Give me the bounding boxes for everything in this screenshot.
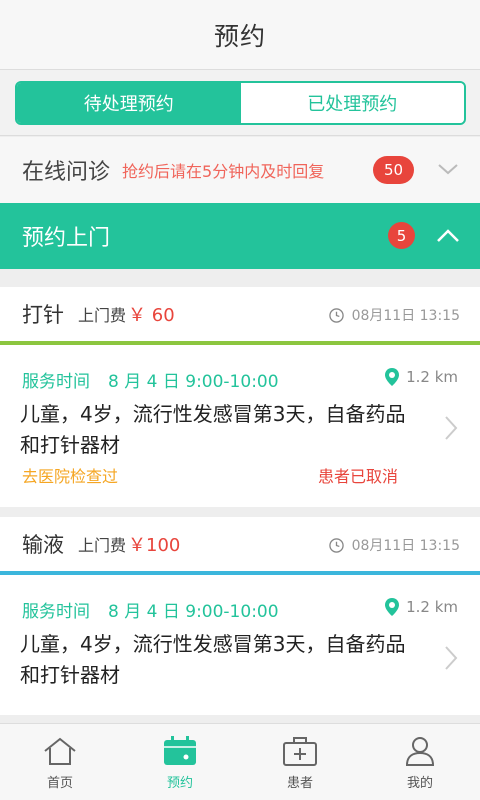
service-time-value: 8 月 4 日 9:00-10:00 xyxy=(108,602,279,622)
distance-text: 1.2 km xyxy=(406,598,458,616)
home-visit-row[interactable]: 预约上门 5 xyxy=(0,203,480,269)
clock-icon xyxy=(328,307,344,323)
medical-kit-icon xyxy=(283,737,317,766)
nav-mine-label: 我的 xyxy=(406,776,433,791)
appointment-card-header: 输液 上门费 ￥100 08月11日 13:15 xyxy=(0,517,480,571)
chevron-up-icon[interactable] xyxy=(436,226,460,246)
distance: 1.2 km xyxy=(384,597,458,617)
user-icon xyxy=(405,737,435,766)
nav-patients-label: 患者 xyxy=(286,776,313,791)
online-consult-label: 在线问诊 xyxy=(22,160,111,185)
page-title: 预约 xyxy=(213,21,266,51)
service-name: 输液 xyxy=(22,533,64,557)
service-time-value: 8 月 4 日 9:00-10:00 xyxy=(108,372,279,392)
clock-icon xyxy=(328,537,344,553)
location-pin-icon xyxy=(385,598,400,616)
chevron-right-icon[interactable] xyxy=(444,645,458,671)
fee-amount: ￥ 60 xyxy=(128,305,175,326)
request-time-text: 08月11日 13:15 xyxy=(351,308,460,324)
appointment-card-body: 服务时间 8 月 4 日 9:00-10:00 1.2 km 儿童，4岁，流行性发… xyxy=(0,575,480,715)
online-consult-hint: 抢约后请在5分钟内及时回复 xyxy=(122,162,325,181)
nav-appointment-label: 预约 xyxy=(166,776,193,791)
appointment-status: 患者已取消 xyxy=(318,467,399,486)
online-consult-count-badge: 50 xyxy=(373,156,414,184)
nav-home[interactable]: 首页 xyxy=(0,724,120,800)
service-name: 打针 xyxy=(22,303,64,327)
distance-text: 1.2 km xyxy=(406,368,458,386)
fee-label: 上门费 xyxy=(78,306,127,325)
request-time: 08月11日 13:15 xyxy=(328,535,460,555)
service-time-label: 服务时间 xyxy=(22,602,90,622)
service-time: 服务时间 8 月 4 日 9:00-10:00 xyxy=(22,367,279,392)
chevron-down-icon[interactable] xyxy=(438,159,458,179)
segment-control-area: 待处理预约 已处理预约 xyxy=(0,70,480,136)
home-icon xyxy=(44,737,76,765)
title-bar: 预约 xyxy=(0,0,480,70)
nav-appointment[interactable]: 预约 xyxy=(120,724,240,800)
nav-patients[interactable]: 患者 xyxy=(240,724,360,800)
tab-processed[interactable]: 已处理预约 xyxy=(240,83,464,123)
calendar-icon xyxy=(164,736,196,765)
bottom-navigation: 首页 预约 患者 我的 xyxy=(0,723,480,800)
segment-control: 待处理预约 已处理预约 xyxy=(15,81,466,125)
online-consult-row[interactable]: 在线问诊 抢约后请在5分钟内及时回复 50 xyxy=(0,137,480,203)
appointment-card[interactable]: 输液 上门费 ￥100 08月11日 13:15 服务时间 8 月 4 日 9:0… xyxy=(0,517,480,715)
service-time: 服务时间 8 月 4 日 9:00-10:00 xyxy=(22,597,279,622)
request-time-text: 08月11日 13:15 xyxy=(351,538,460,554)
appointment-description: 儿童，4岁，流行性发感冒第3天，自备药品和打针器材 xyxy=(20,402,406,457)
home-visit-count-badge: 5 xyxy=(388,222,415,249)
appointment-card-header: 打针 上门费 ￥ 60 08月11日 13:15 xyxy=(0,287,480,341)
fee-label: 上门费 xyxy=(78,536,127,555)
nav-home-label: 首页 xyxy=(46,776,73,791)
location-pin-icon xyxy=(385,368,400,386)
visit-note: 去医院检查过 xyxy=(22,467,119,486)
appointment-card[interactable]: 打针 上门费 ￥ 60 08月11日 13:15 服务时间 8 月 4 日 9:0… xyxy=(0,287,480,507)
request-time: 08月11日 13:15 xyxy=(328,305,460,325)
distance: 1.2 km xyxy=(384,367,458,387)
chevron-right-icon[interactable] xyxy=(444,415,458,441)
home-visit-label: 预约上门 xyxy=(22,226,111,251)
appointment-description: 儿童，4岁，流行性发感冒第3天，自备药品和打针器材 xyxy=(20,632,406,687)
service-time-label: 服务时间 xyxy=(22,372,90,392)
appointment-card-body: 服务时间 8 月 4 日 9:00-10:00 1.2 km 儿童，4岁，流行性发… xyxy=(0,345,480,507)
fee-amount: ￥100 xyxy=(128,535,181,556)
nav-mine[interactable]: 我的 xyxy=(360,724,480,800)
tab-pending[interactable]: 待处理预约 xyxy=(17,83,241,123)
